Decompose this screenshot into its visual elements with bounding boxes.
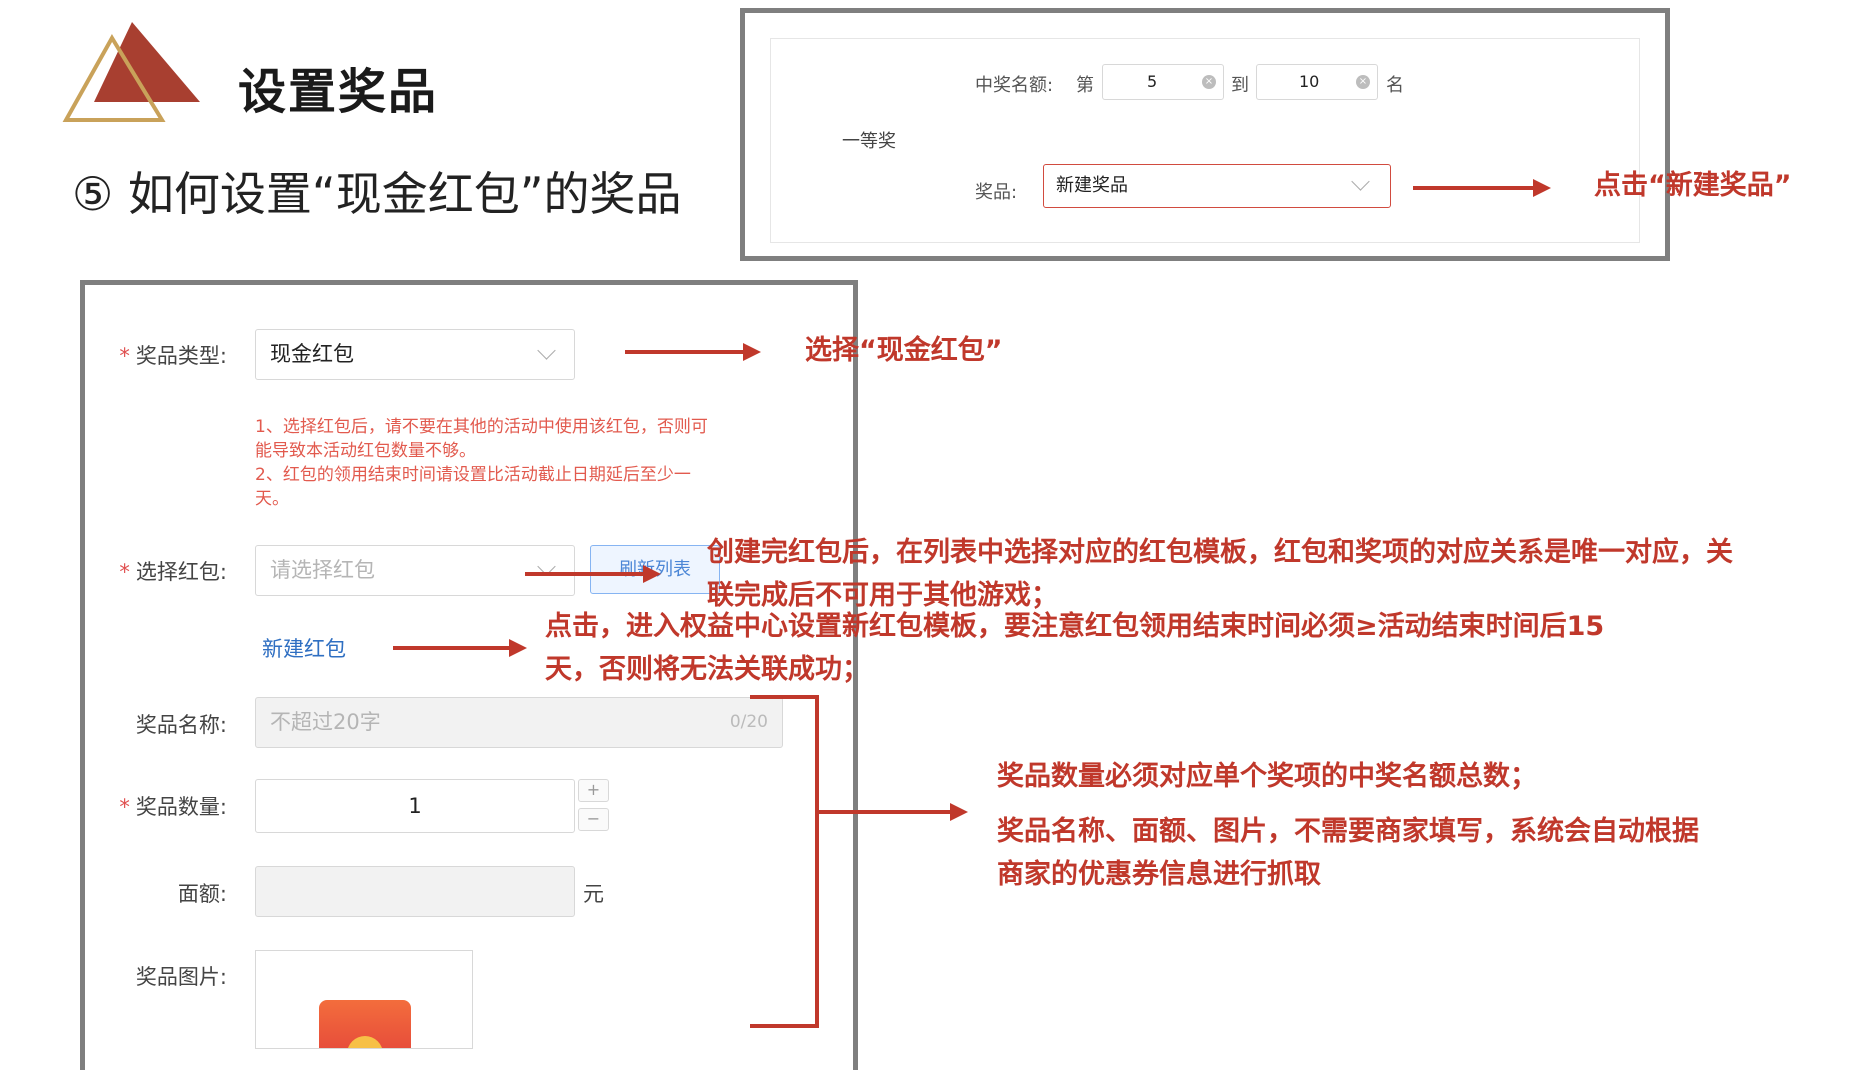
prize-qty-input[interactable]: 1	[255, 779, 575, 833]
quota-suffix: 名	[1386, 75, 1404, 96]
prize-select[interactable]: 新建奖品	[1043, 164, 1391, 208]
bracket-bottom	[750, 1024, 819, 1028]
chevron-down-icon	[537, 341, 556, 360]
prize-type-select[interactable]: 现金红包	[255, 329, 575, 380]
amount-label: 面额:	[177, 882, 227, 906]
note-line: 能导致本活动红包数量不够。	[255, 441, 476, 461]
arrow-new-prize	[1413, 186, 1535, 190]
prize-select-value: 新建奖品	[1056, 175, 1128, 196]
note-line: 1、选择红包后，请不要在其他的活动中使用该红包，否则可	[255, 417, 708, 437]
amount-unit: 元	[583, 882, 604, 906]
redpack-placeholder: 请选择红包	[270, 558, 375, 582]
note-line: 天。	[255, 489, 289, 509]
quota-to-input[interactable]: 10 ×	[1256, 64, 1378, 100]
quota-from-prefix: 第	[1076, 75, 1094, 96]
redpack-label: * 选择红包:	[119, 560, 227, 584]
chevron-down-icon	[1351, 172, 1370, 191]
arrow-head-icon	[643, 565, 661, 583]
arrow-redpack	[525, 572, 645, 576]
prize-name-input[interactable]: 不超过20字 0/20	[255, 697, 783, 748]
annotation-bracket: 奖品数量必须对应单个奖项的中奖名额总数； 奖品名称、面额、图片，不需要商家填写，…	[997, 761, 1699, 890]
quota-from-value: 5	[1147, 72, 1158, 91]
page-title: 设置奖品	[238, 64, 439, 120]
qty-decrease-button[interactable]: −	[578, 808, 609, 831]
annotation-prize-type: 选择“现金红包”	[805, 335, 1003, 366]
arrow-head-icon	[509, 639, 527, 657]
prize-name-placeholder: 不超过20字	[270, 710, 381, 734]
redpack-select[interactable]: 请选择红包	[255, 545, 575, 596]
quota-from-input[interactable]: 5 ×	[1102, 64, 1224, 100]
arrow-head-icon	[1533, 179, 1551, 197]
page-subtitle: ⑤ 如何设置“现金红包”的奖品	[72, 167, 682, 221]
arrow-bracket	[819, 810, 952, 814]
new-redpack-link[interactable]: 新建红包	[262, 633, 346, 663]
clear-icon[interactable]: ×	[1202, 75, 1216, 89]
arrow-head-icon	[743, 343, 761, 361]
arrow-prize-type	[625, 350, 745, 354]
prize-label: 奖品:	[975, 182, 1018, 203]
amount-input[interactable]	[255, 866, 575, 917]
redpack-notes: 1、选择红包后，请不要在其他的活动中使用该红包，否则可 能导致本活动红包数量不够…	[255, 415, 775, 511]
quota-to-label: 到	[1231, 75, 1249, 96]
prize-name-counter: 0/20	[729, 712, 768, 732]
note-line: 2、红包的领用结束时间请设置比活动截止日期延后至少一	[255, 465, 691, 485]
prize-type-value: 现金红包	[270, 342, 354, 366]
triangle-logo-icon	[62, 22, 200, 122]
quota-to-value: 10	[1299, 72, 1320, 91]
arrow-head-icon	[950, 803, 968, 821]
prize-qty-label: * 奖品数量:	[119, 795, 227, 819]
bracket-vertical	[815, 695, 819, 1028]
red-envelope-icon	[319, 1000, 411, 1048]
annotation-new-redpack: 点击，进入权益中心设置新红包模板，要注意红包领用结束时间必须≥活动结束时间后15…	[545, 611, 1605, 685]
prize-qty-value: 1	[408, 794, 422, 818]
tier-label: 一等奖	[842, 131, 896, 152]
clear-icon[interactable]: ×	[1356, 75, 1370, 89]
quota-label: 中奖名额:	[975, 75, 1054, 96]
prize-type-label: * 奖品类型:	[119, 344, 227, 368]
arrow-new-redpack	[393, 646, 511, 650]
prize-name-label: 奖品名称:	[135, 713, 227, 737]
prize-image-box[interactable]	[255, 950, 473, 1049]
bracket-top	[750, 695, 818, 699]
qty-increase-button[interactable]: +	[578, 779, 609, 802]
prize-image-label: 奖品图片:	[135, 965, 227, 989]
annotation-new-prize: 点击“新建奖品”	[1594, 170, 1792, 201]
